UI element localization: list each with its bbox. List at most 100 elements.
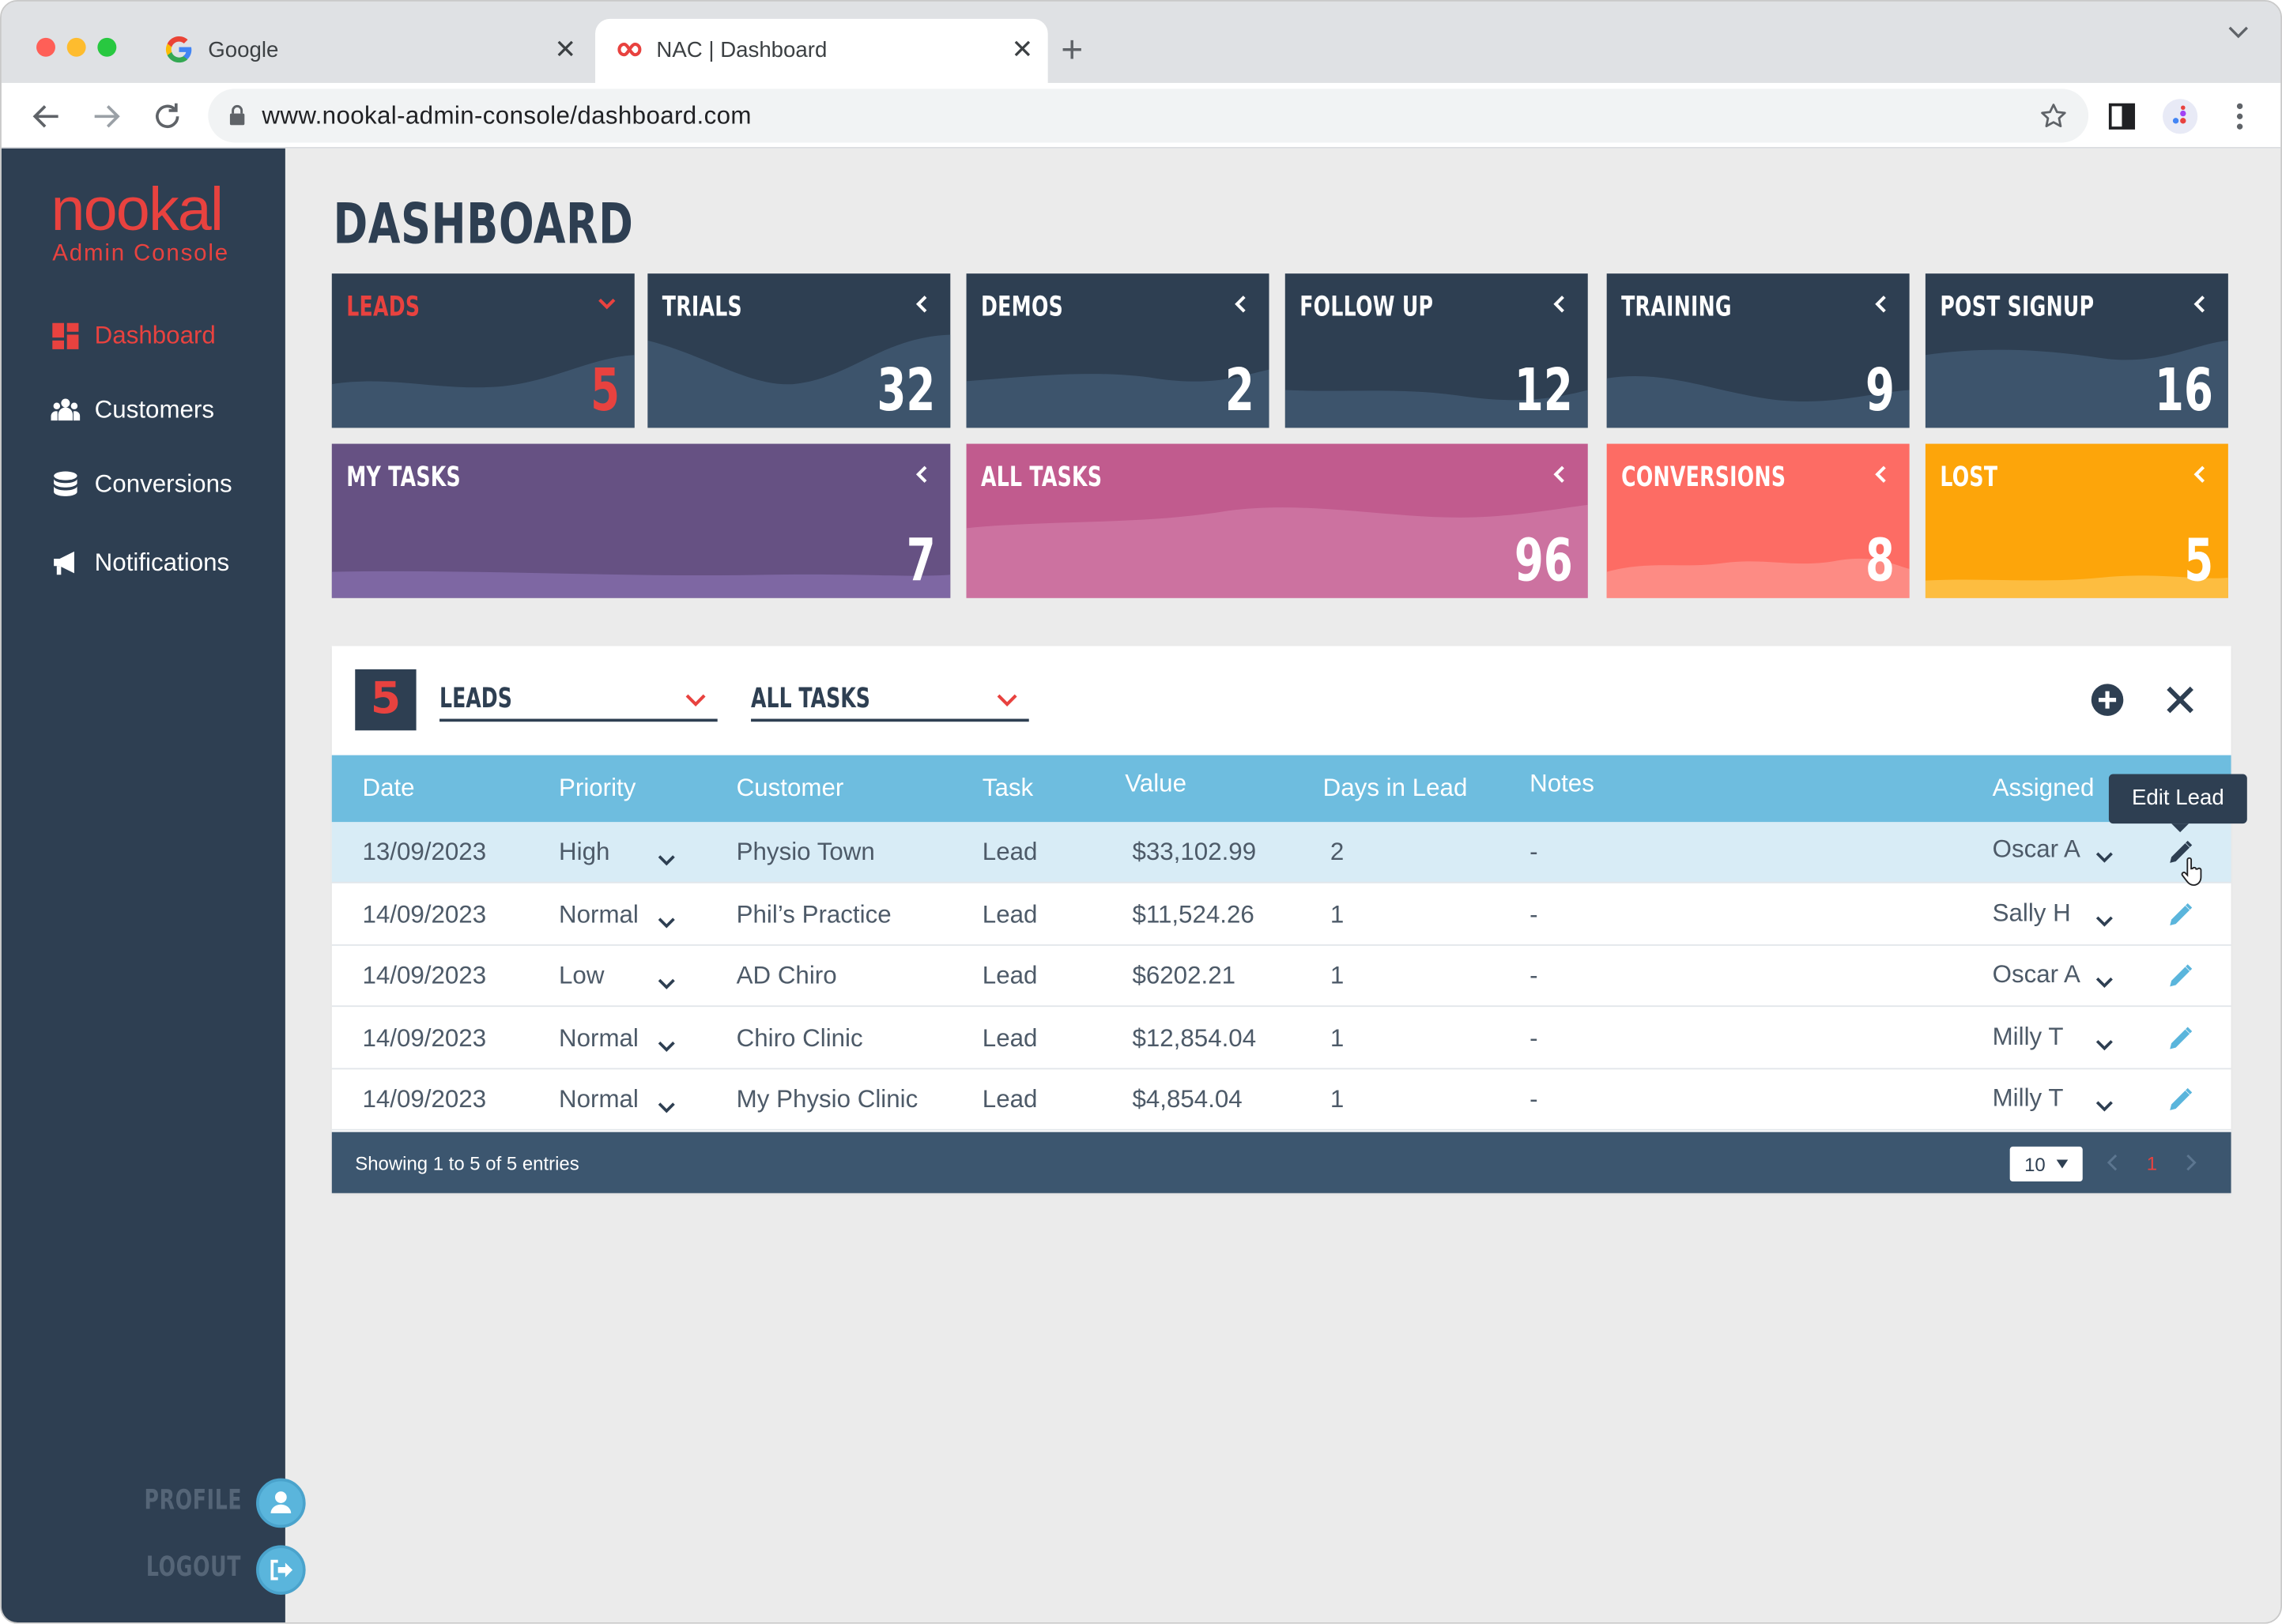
more-menu-icon[interactable]	[2224, 100, 2256, 133]
cell-priority[interactable]: Normal	[559, 1023, 639, 1053]
chevron-left-icon[interactable]	[1550, 294, 1571, 315]
edit-pencil-icon[interactable]	[2166, 1086, 2195, 1115]
cell-assigned[interactable]: Milly T	[1993, 1022, 2064, 1051]
close-icon[interactable]	[2161, 681, 2199, 719]
tab-strip: Google ✕ NAC | Dashboard ✕ +	[1, 1, 2281, 83]
assigned-chevron-down-icon[interactable]	[2095, 967, 2113, 989]
column-header-priority[interactable]: Priority	[559, 774, 636, 804]
current-page[interactable]: 1	[2147, 1152, 2157, 1174]
back-arrow-icon[interactable]	[31, 100, 63, 133]
page-size-value: 10	[2024, 1154, 2046, 1176]
card-my-tasks[interactable]: MY TASKS 7	[331, 443, 951, 598]
card-lost[interactable]: LOST 5	[1925, 443, 2228, 598]
tab-search-chevron-icon[interactable]	[2225, 19, 2251, 45]
sidebar-item-label: Customers	[94, 395, 215, 424]
category-select[interactable]: LEADS	[439, 678, 718, 722]
table-row[interactable]: 14/09/2023 Normal Phil’s Practice Lead $11,5…	[331, 884, 2231, 945]
priority-chevron-down-icon[interactable]	[658, 969, 675, 989]
logo[interactable]: nookal	[51, 175, 224, 244]
assigned-chevron-down-icon[interactable]	[2095, 1091, 2113, 1112]
profile-button[interactable]: PROFILE	[116, 1478, 306, 1528]
cell-assigned[interactable]: Milly T	[1993, 1084, 2064, 1113]
chevron-down-icon[interactable]	[597, 294, 617, 315]
nookal-infinity-icon	[617, 42, 642, 57]
column-header-assigned[interactable]: Assigned	[1993, 774, 2095, 804]
cell-notes: -	[1530, 1023, 1538, 1052]
priority-chevron-down-icon[interactable]	[658, 907, 675, 928]
table-row[interactable]: 13/09/2023 High Physio Town Lead $33,102.99 2…	[331, 822, 2231, 886]
cell-notes: -	[1530, 838, 1538, 866]
close-tab-icon[interactable]: ✕	[554, 33, 576, 66]
table-row[interactable]: 14/09/2023 Low AD Chiro Lead $6202.21 1 - Oscar…	[331, 946, 2231, 1008]
new-tab-icon[interactable]: +	[1061, 31, 1083, 69]
cell-priority[interactable]: High	[559, 838, 609, 868]
forward-arrow-icon[interactable]	[90, 100, 123, 133]
assigned-chevron-down-icon[interactable]	[2095, 906, 2113, 926]
card-training[interactable]: TRAINING 9	[1606, 273, 1910, 428]
assigned-chevron-down-icon[interactable]	[2095, 1030, 2113, 1050]
extension-icon[interactable]	[2163, 99, 2198, 134]
task-filter-select[interactable]: ALL TASKS	[751, 678, 1029, 722]
chevron-left-icon[interactable]	[1872, 464, 1892, 484]
cell-assigned[interactable]: Oscar A	[1993, 960, 2080, 989]
cell-priority[interactable]: Normal	[559, 1086, 639, 1115]
edit-pencil-icon[interactable]	[2166, 1023, 2195, 1053]
minimize-window-button[interactable]	[66, 37, 86, 57]
priority-chevron-down-icon[interactable]	[658, 846, 675, 866]
close-tab-icon[interactable]: ✕	[1011, 33, 1033, 66]
edit-pencil-icon[interactable]	[2166, 962, 2195, 991]
column-header-value[interactable]: Value	[1125, 770, 1186, 799]
bookmark-star-icon[interactable]	[2039, 102, 2069, 131]
table-row[interactable]: 14/09/2023 Normal My Physio Clinic Lead $4,8…	[331, 1069, 2231, 1131]
address-bar[interactable]: www.nookal-admin-console/dashboard.com	[208, 89, 2089, 143]
chevron-left-icon[interactable]	[1550, 464, 1571, 484]
chevron-left-icon[interactable]	[1872, 294, 1892, 315]
cell-priority[interactable]: Low	[559, 962, 604, 991]
column-header-notes[interactable]: Notes	[1530, 770, 1594, 799]
column-header-task[interactable]: Task	[983, 774, 1033, 804]
table-row[interactable]: 14/09/2023 Normal Chiro Clinic Lead $12,854.…	[331, 1008, 2231, 1069]
sidebar-item-dashboard[interactable]: Dashboard	[51, 316, 284, 357]
chevron-left-icon[interactable]	[912, 294, 933, 315]
column-header-days-in-lead[interactable]: Days in Lead	[1323, 774, 1468, 804]
cell-assigned[interactable]: Oscar A	[1993, 835, 2080, 865]
previous-page-icon[interactable]	[2106, 1154, 2118, 1171]
column-header-customer[interactable]: Customer	[737, 774, 844, 804]
next-page-icon[interactable]	[2186, 1154, 2197, 1171]
cell-priority[interactable]: Normal	[559, 900, 639, 929]
profile-label: PROFILE	[143, 1484, 242, 1517]
cell-assigned[interactable]: Sally H	[1993, 899, 2071, 928]
sidebar-item-conversions[interactable]: Conversions	[51, 464, 284, 505]
column-header-date[interactable]: Date	[362, 774, 414, 804]
card-leads[interactable]: LEADS 5	[331, 273, 635, 428]
card-follow-up[interactable]: FOLLOW UP 12	[1284, 273, 1588, 428]
chevron-left-icon[interactable]	[2190, 464, 2211, 484]
close-window-button[interactable]	[36, 37, 55, 57]
logout-button[interactable]: LOGOUT	[116, 1545, 306, 1595]
chevron-left-icon[interactable]	[2190, 294, 2211, 315]
side-panel-icon[interactable]	[2106, 100, 2138, 133]
chevron-left-icon[interactable]	[912, 464, 933, 484]
card-post-signup[interactable]: POST SIGNUP 16	[1925, 273, 2228, 428]
page-size-select[interactable]: 10	[2009, 1146, 2083, 1182]
cell-days-in-lead: 2	[1330, 838, 1345, 866]
card-trials[interactable]: TRIALS 32	[647, 273, 951, 428]
chevron-left-icon[interactable]	[1232, 294, 1252, 315]
cell-task: Lead	[982, 899, 1038, 928]
edit-pencil-icon[interactable]	[2166, 900, 2195, 929]
tab-google[interactable]: Google ✕	[147, 19, 591, 83]
priority-chevron-down-icon[interactable]	[658, 1093, 675, 1113]
sidebar-item-customers[interactable]: Customers	[51, 390, 284, 431]
card-demos[interactable]: DEMOS 2	[966, 273, 1269, 428]
assigned-chevron-down-icon[interactable]	[2095, 842, 2113, 863]
lock-icon[interactable]	[228, 105, 246, 126]
cell-value: $6202.21	[1132, 962, 1236, 990]
maximize-window-button[interactable]	[97, 37, 117, 57]
tab-nac-dashboard[interactable]: NAC | Dashboard ✕	[595, 18, 1048, 83]
priority-chevron-down-icon[interactable]	[658, 1031, 675, 1052]
card-conversions[interactable]: CONVERSIONS 8	[1606, 443, 1910, 598]
reload-icon[interactable]	[151, 100, 183, 133]
add-circle-icon[interactable]	[2088, 681, 2126, 719]
sidebar-item-notifications[interactable]: Notifications	[51, 543, 284, 584]
card-all-tasks[interactable]: ALL TASKS 96	[966, 443, 1588, 598]
